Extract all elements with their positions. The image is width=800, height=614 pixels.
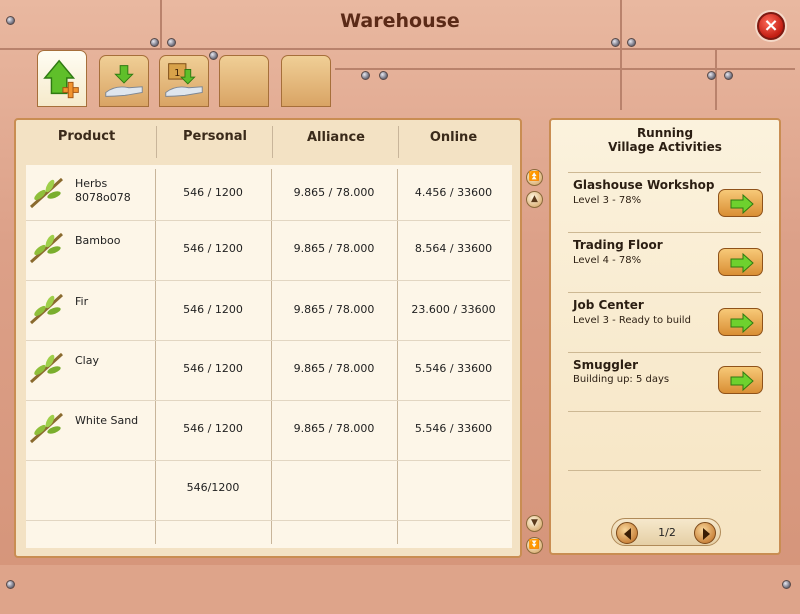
- activity-name: Job Center: [573, 298, 644, 312]
- product-name: Fir: [75, 295, 89, 308]
- header-product: Product: [57, 129, 116, 144]
- tab-add[interactable]: [37, 50, 87, 107]
- tab-deposit[interactable]: [99, 55, 149, 107]
- green-arrow-icon: [730, 370, 754, 392]
- green-arrow-icon: [730, 193, 754, 215]
- online-value: 23.600 / 33600: [411, 303, 496, 316]
- close-icon[interactable]: ×: [757, 12, 785, 40]
- alliance-value: 9.865 / 78.000: [293, 303, 375, 316]
- online-value: 5.546 / 33600: [414, 362, 493, 375]
- footer-personal-value: 546/1200: [186, 481, 240, 494]
- warehouse-table: Product Personal Alliance Online Herbs 8…: [14, 118, 522, 558]
- branch-icon: [29, 177, 64, 209]
- activity-status: Level 3 - Ready to build: [573, 315, 691, 326]
- personal-value: 546 / 1200: [183, 422, 243, 435]
- product-name: Bamboo: [75, 234, 121, 247]
- table-body: Herbs 8078o078 546 / 1200 9.865 / 78.000…: [26, 165, 512, 548]
- product-code: 8078o078: [75, 191, 131, 204]
- box-hand-icon: 1: [165, 63, 203, 97]
- scroll-up-button[interactable]: ▲: [526, 191, 543, 208]
- product-name: Herbs: [75, 177, 108, 190]
- arrow-right-icon: [703, 528, 710, 540]
- side-title-line1: Running: [636, 126, 694, 140]
- branch-icon: [29, 412, 64, 444]
- activity-name: Smuggler: [573, 358, 639, 372]
- personal-value: 546 / 1200: [183, 186, 243, 199]
- village-activities-panel: Running Village Activities Glashouse Wor…: [549, 118, 781, 555]
- header-online: Online: [429, 130, 478, 145]
- hand-down-arrow-icon: [105, 65, 143, 97]
- alliance-value: 9.865 / 78.000: [293, 242, 375, 255]
- online-value: 8.564 / 33600: [414, 242, 493, 255]
- alliance-value: 9.865 / 78.000: [293, 422, 375, 435]
- scroll-bottom-button[interactable]: ⏬: [526, 537, 543, 554]
- activity-status: Level 4 - 78%: [573, 255, 642, 266]
- header-personal: Personal: [183, 129, 247, 144]
- go-button[interactable]: [718, 189, 763, 217]
- tab-empty-2[interactable]: [281, 55, 331, 107]
- side-title: Running Village Activities: [551, 126, 779, 154]
- product-name: White Sand: [75, 414, 139, 427]
- online-value: 4.456 / 33600: [414, 186, 493, 199]
- svg-text:1: 1: [174, 68, 180, 79]
- activity-name: Glashouse Workshop: [573, 178, 715, 192]
- go-button[interactable]: [718, 308, 763, 336]
- pager: 1/2: [611, 518, 721, 546]
- tab-withdraw[interactable]: 1: [159, 55, 209, 107]
- green-arrow-icon: [730, 252, 754, 274]
- go-button[interactable]: [718, 366, 763, 394]
- green-arrow-plus-icon: [43, 59, 79, 99]
- personal-value: 546 / 1200: [183, 242, 243, 255]
- bottom-bar: [0, 565, 800, 614]
- alliance-value: 9.865 / 78.000: [293, 186, 375, 199]
- alliance-value: 9.865 / 78.000: [293, 362, 375, 375]
- activity-status: Building up: 5 days: [573, 374, 670, 385]
- side-title-line2: Village Activities: [608, 140, 722, 154]
- branch-icon: [29, 232, 64, 264]
- window-title: Warehouse: [340, 10, 460, 32]
- branch-icon: [29, 293, 64, 325]
- next-page-button[interactable]: [694, 522, 716, 544]
- tab-empty-1[interactable]: [219, 55, 269, 107]
- activity-name: Trading Floor: [573, 238, 663, 252]
- online-value: 5.546 / 33600: [414, 422, 493, 435]
- green-arrow-icon: [730, 312, 754, 334]
- go-button[interactable]: [718, 248, 763, 276]
- scroll-top-button[interactable]: ⏫: [526, 169, 543, 186]
- personal-value: 546 / 1200: [183, 303, 243, 316]
- header-alliance: Alliance: [307, 130, 365, 145]
- personal-value: 546 / 1200: [183, 362, 243, 375]
- product-name: Clay: [75, 354, 99, 367]
- activity-status: Level 3 - 78%: [573, 195, 642, 206]
- branch-icon: [29, 352, 64, 384]
- scroll-down-button[interactable]: ▼: [526, 515, 543, 532]
